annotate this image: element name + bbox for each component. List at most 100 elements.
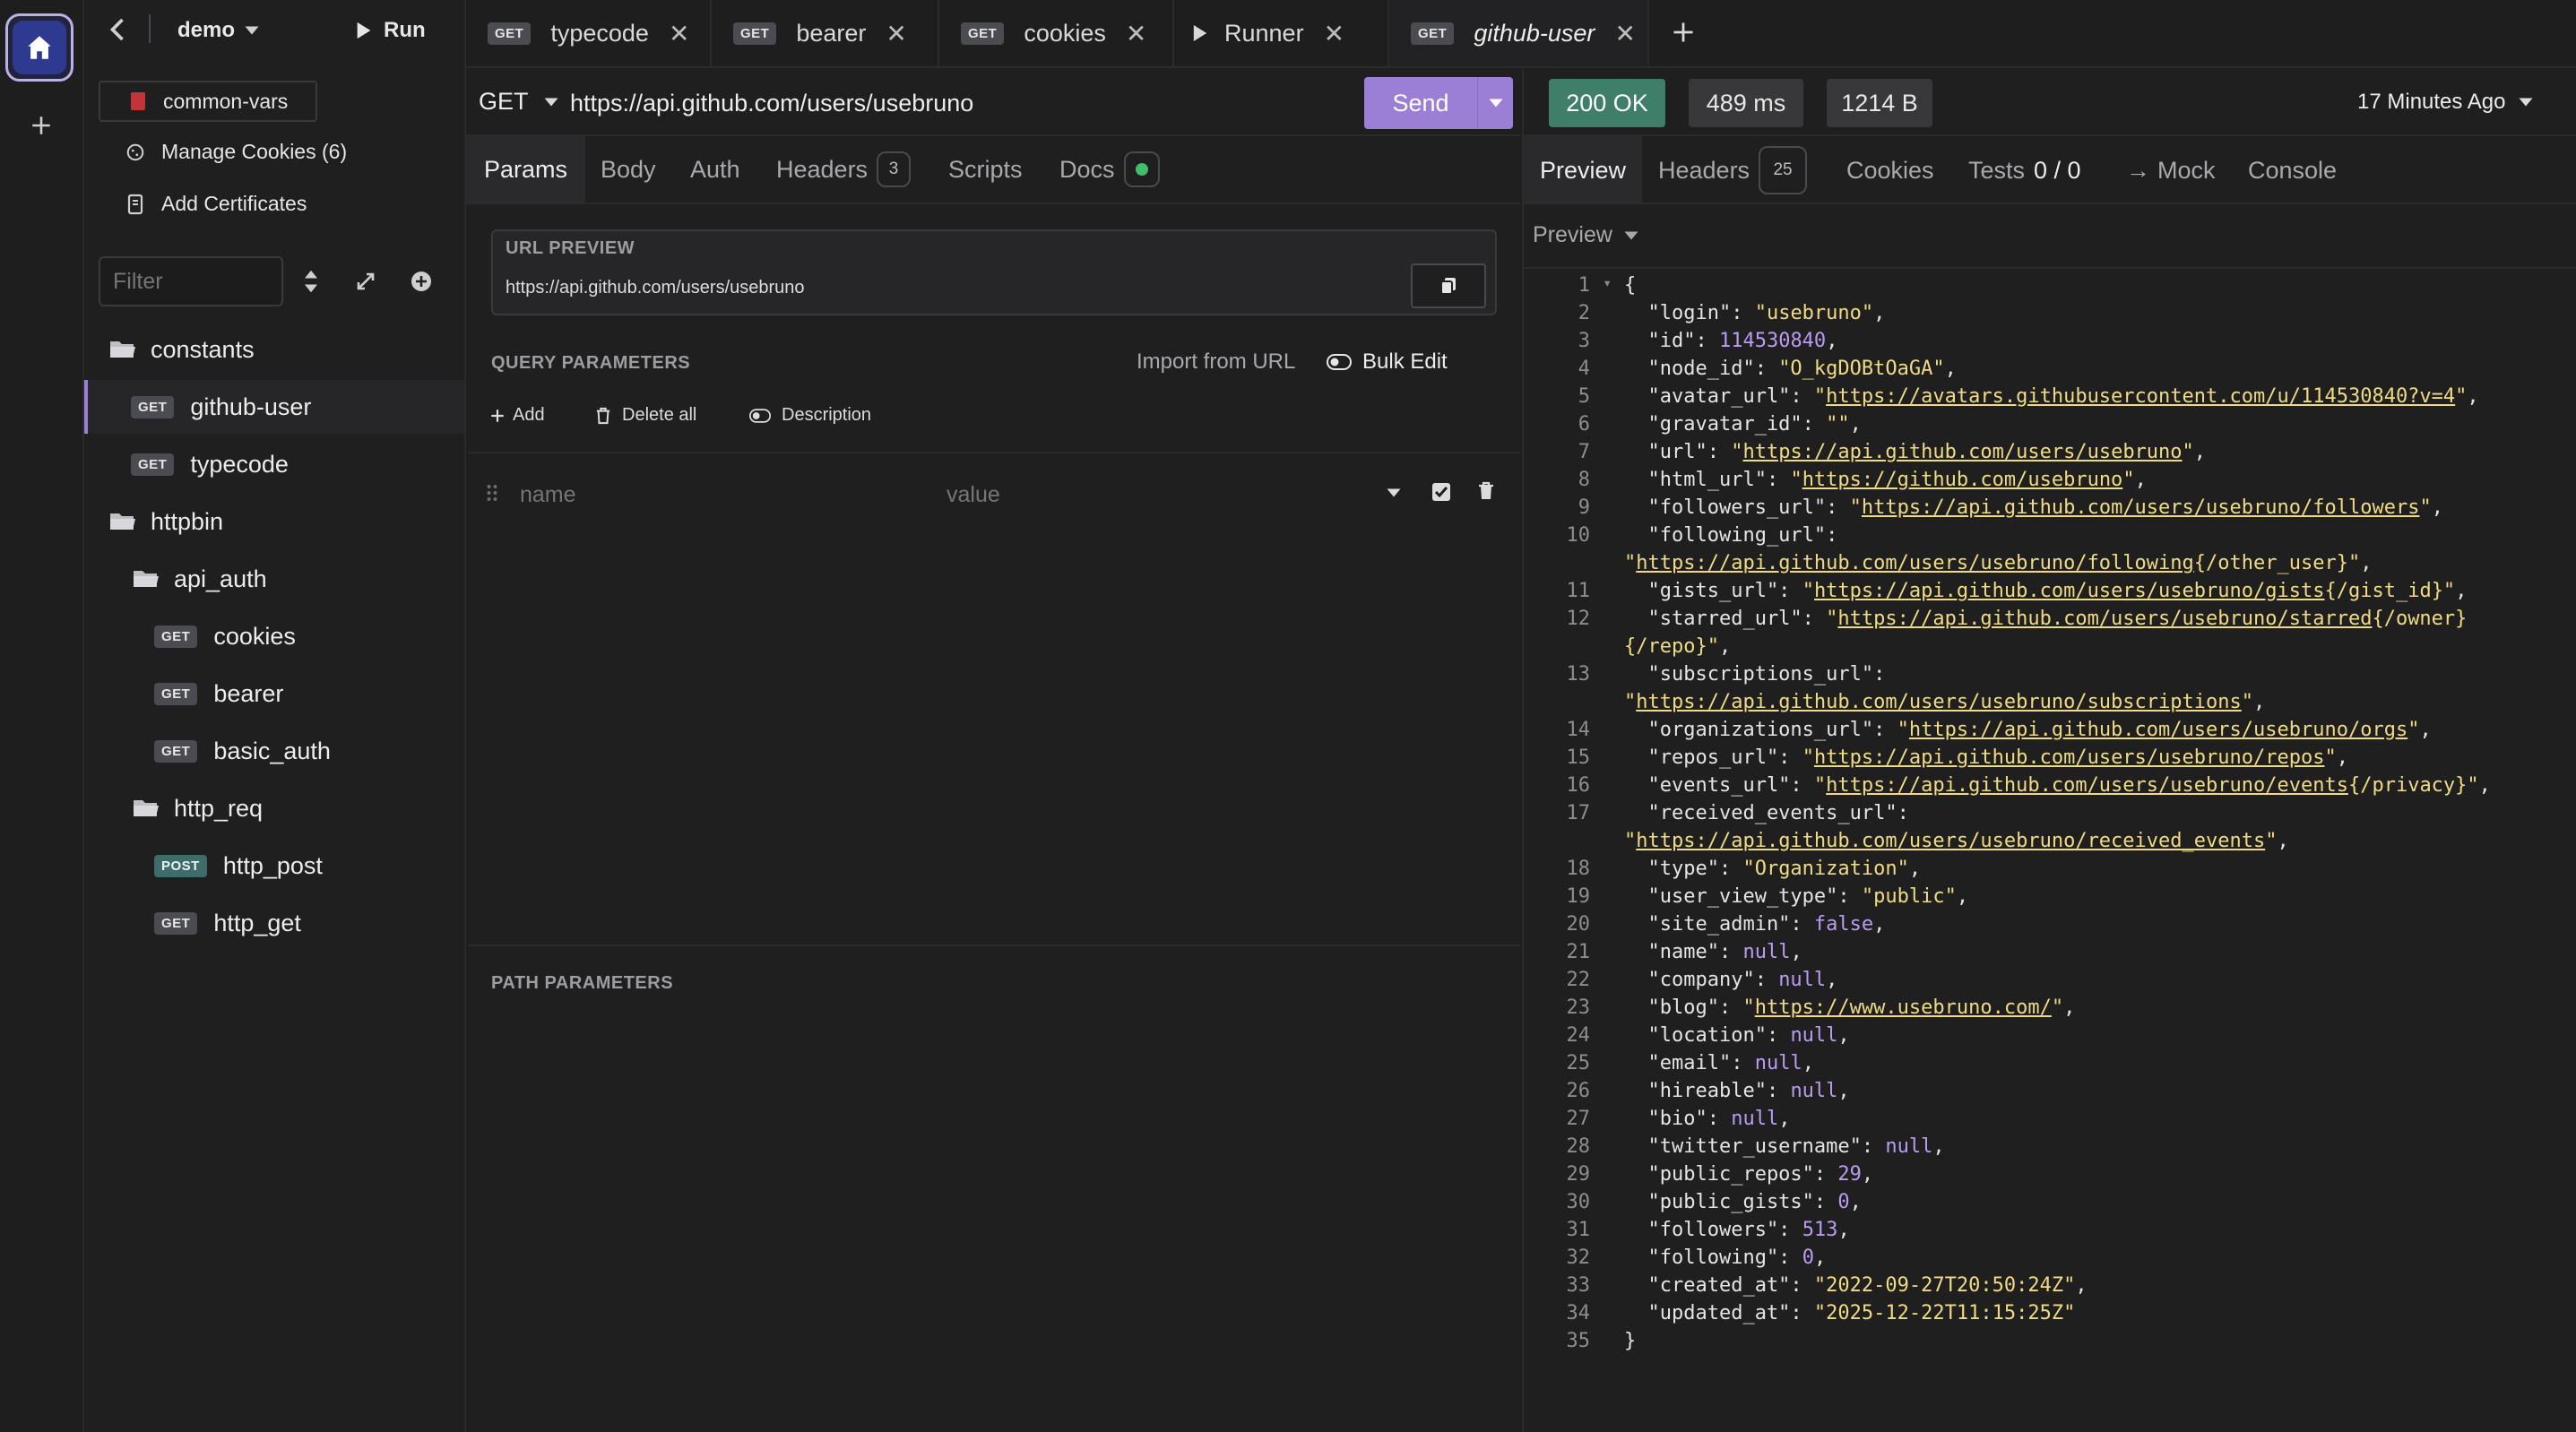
json-link[interactable]: https://api.github.com/users/usebruno/gi… bbox=[1814, 580, 2325, 602]
fold-toggle-icon[interactable]: ▾ bbox=[1603, 274, 1612, 291]
add-param-button[interactable]: Add bbox=[489, 405, 545, 426]
json-token: 0 bbox=[1802, 1247, 1814, 1269]
tab-response-cookies[interactable]: Cookies bbox=[1846, 136, 1934, 204]
tab-github-user[interactable]: GET github-user ✕ bbox=[1389, 0, 1649, 66]
tab-runner[interactable]: Runner ✕ bbox=[1174, 0, 1389, 66]
add-workspace-button[interactable] bbox=[25, 109, 57, 142]
response-history-dropdown[interactable]: 17 Minutes Ago bbox=[2357, 90, 2534, 115]
request-pane-tabs: Params Body Auth Headers 3 Scripts Docs bbox=[466, 136, 1520, 204]
json-link[interactable]: https://api.github.com/users/usebruno/re… bbox=[1814, 746, 2325, 769]
sort-button[interactable] bbox=[303, 269, 319, 294]
tab-docs[interactable]: Docs bbox=[1059, 136, 1160, 203]
tab-response-headers[interactable]: Headers 25 bbox=[1658, 136, 1808, 204]
code-line: "https://api.github.com/users/usebruno/s… bbox=[1624, 691, 2265, 713]
request-github-user[interactable]: GET github-user bbox=[84, 380, 464, 434]
line-number: 16 bbox=[1566, 774, 1591, 797]
tab-typecode[interactable]: GET typecode ✕ bbox=[466, 0, 712, 66]
json-link[interactable]: https://api.github.com/users/usebruno/st… bbox=[1837, 608, 2372, 630]
cookie-icon bbox=[126, 143, 144, 160]
json-token: "id": bbox=[1624, 330, 1719, 352]
request-label: github-user bbox=[190, 393, 312, 420]
close-icon[interactable]: ✕ bbox=[669, 19, 689, 48]
tab-label: Docs bbox=[1059, 155, 1115, 183]
request-http-get[interactable]: GET http_get bbox=[84, 896, 464, 950]
bulk-edit-toggle[interactable]: Bulk Edit bbox=[1327, 349, 1448, 375]
send-button[interactable]: Send bbox=[1364, 77, 1477, 129]
tab-headers[interactable]: Headers 3 bbox=[776, 136, 912, 203]
tab-auth[interactable]: Auth bbox=[690, 136, 740, 203]
method-selector[interactable]: GET bbox=[479, 88, 559, 116]
json-link[interactable]: https://api.github.com/users/usebruno bbox=[1742, 441, 2182, 463]
expand-button[interactable] bbox=[355, 271, 376, 292]
json-link[interactable]: https://api.github.com/users/usebruno/re… bbox=[1636, 830, 2265, 852]
tab-body[interactable]: Body bbox=[601, 136, 656, 203]
back-button[interactable] bbox=[108, 16, 127, 43]
method-badge: GET bbox=[961, 22, 1005, 45]
add-certificates-link[interactable]: Add Certificates bbox=[125, 192, 307, 216]
folder-constants[interactable]: constants bbox=[84, 323, 464, 376]
json-link[interactable]: https://avatars.githubusercontent.com/u/… bbox=[1826, 385, 2455, 408]
request-http-post[interactable]: POST http_post bbox=[84, 839, 464, 893]
json-token: , bbox=[2253, 691, 2266, 713]
json-link[interactable]: https://github.com/usebruno bbox=[1802, 469, 2123, 491]
json-link[interactable]: https://www.usebruno.com/ bbox=[1755, 996, 2052, 1019]
json-token: "twitter_username": bbox=[1624, 1135, 1886, 1158]
param-value-input[interactable] bbox=[947, 479, 1359, 511]
new-tab-button[interactable] bbox=[1671, 20, 1696, 45]
json-token: , bbox=[1837, 1219, 1850, 1241]
close-icon[interactable]: ✕ bbox=[1324, 19, 1344, 48]
response-body-viewer[interactable]: 1 ▾{2 "login": "usebruno", 3 "id": 1145308… bbox=[1524, 274, 2576, 1432]
description-toggle[interactable]: Description bbox=[749, 405, 871, 426]
divider bbox=[1524, 267, 2576, 269]
environment-selector[interactable]: common-vars bbox=[99, 81, 317, 122]
folder-api-auth[interactable]: api_auth bbox=[84, 552, 464, 606]
folder-http-req[interactable]: http_req bbox=[84, 781, 464, 835]
value-type-dropdown[interactable] bbox=[1386, 487, 1402, 498]
request-basic-auth[interactable]: GET basic_auth bbox=[84, 724, 464, 778]
enable-param-checkbox[interactable] bbox=[1431, 482, 1451, 502]
preview-mode-dropdown[interactable]: Preview bbox=[1533, 222, 1639, 248]
delete-param-button[interactable] bbox=[1477, 480, 1495, 502]
delete-all-button[interactable]: Delete all bbox=[595, 405, 696, 426]
tab-bearer[interactable]: GET bearer ✕ bbox=[712, 0, 939, 66]
folder-httpbin[interactable]: httpbin bbox=[84, 495, 464, 548]
request-cookies[interactable]: GET cookies bbox=[84, 609, 464, 663]
tab-console[interactable]: Console bbox=[2248, 136, 2337, 204]
caret-down-icon bbox=[544, 98, 558, 106]
import-from-url-link[interactable]: Import from URL bbox=[1137, 349, 1295, 375]
close-icon[interactable]: ✕ bbox=[1126, 19, 1146, 48]
json-link[interactable]: https://api.github.com/users/usebruno/fo… bbox=[1862, 496, 2420, 519]
line-number: 25 bbox=[1566, 1052, 1591, 1074]
json-link[interactable]: https://api.github.com/users/usebruno/or… bbox=[1909, 719, 2407, 741]
filter-input[interactable] bbox=[99, 256, 283, 306]
collection-selector[interactable]: demo bbox=[177, 18, 260, 43]
tab-scripts[interactable]: Scripts bbox=[948, 136, 1023, 203]
close-icon[interactable]: ✕ bbox=[1614, 19, 1635, 48]
copy-url-button[interactable] bbox=[1411, 263, 1486, 308]
json-link[interactable]: https://api.github.com/users/usebruno/fo… bbox=[1636, 552, 2194, 574]
url-input[interactable]: https://api.github.com/users/usebruno bbox=[570, 90, 973, 117]
json-link[interactable]: https://api.github.com/users/usebruno/ev… bbox=[1826, 774, 2348, 797]
tab-mock[interactable]: → Mock bbox=[2126, 136, 2216, 204]
manage-cookies-link[interactable]: Manage Cookies (6) bbox=[125, 140, 347, 164]
run-button[interactable]: Run bbox=[355, 18, 426, 43]
add-request-button[interactable] bbox=[411, 271, 432, 292]
close-icon[interactable]: ✕ bbox=[886, 19, 906, 48]
json-token: " bbox=[1790, 469, 1802, 491]
response-age: 17 Minutes Ago bbox=[2357, 90, 2506, 114]
home-button[interactable] bbox=[5, 13, 73, 82]
request-bearer[interactable]: GET bearer bbox=[84, 667, 464, 720]
send-options-button[interactable] bbox=[1477, 77, 1513, 129]
drag-handle-icon[interactable] bbox=[486, 484, 498, 502]
param-name-input[interactable] bbox=[520, 479, 878, 511]
json-token: , bbox=[1861, 1163, 1874, 1186]
tab-tests[interactable]: Tests 0 / 0 bbox=[1968, 136, 2081, 204]
response-size-badge: 1214 B bbox=[1827, 79, 1932, 127]
json-token: "node_id": bbox=[1624, 358, 1779, 380]
tab-params[interactable]: Params bbox=[466, 136, 586, 203]
tab-preview[interactable]: Preview bbox=[1524, 136, 1643, 204]
tab-cookies[interactable]: GET cookies ✕ bbox=[939, 0, 1174, 66]
json-token: {/other_user}" bbox=[2193, 552, 2361, 574]
json-link[interactable]: https://api.github.com/users/usebruno/su… bbox=[1636, 691, 2242, 713]
request-typecode[interactable]: GET typecode bbox=[84, 437, 464, 491]
